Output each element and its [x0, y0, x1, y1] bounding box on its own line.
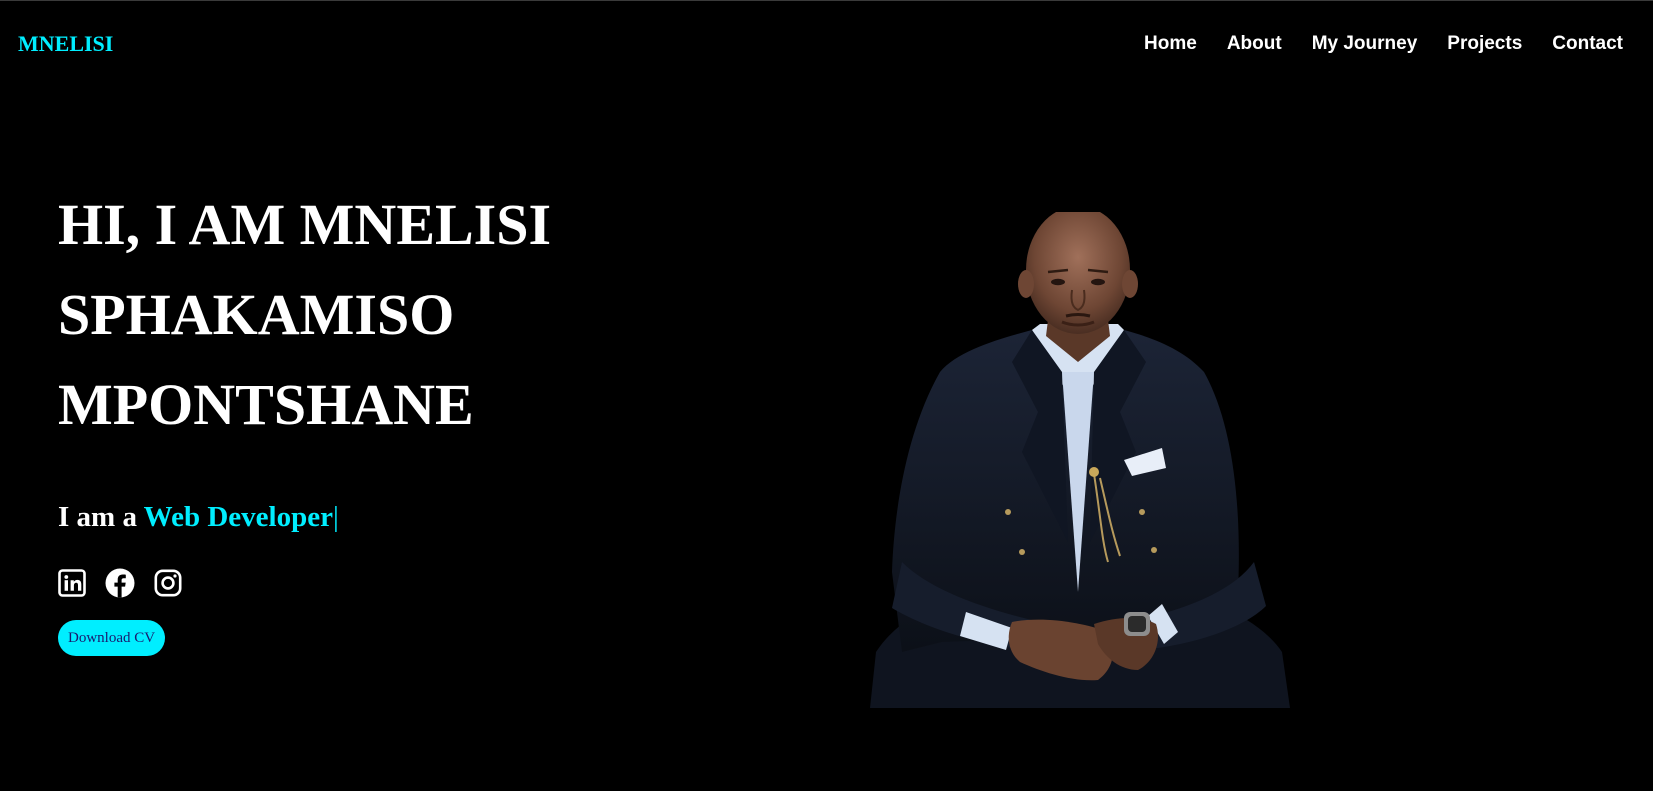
- profile-photo: [870, 212, 1290, 708]
- social-links: [58, 568, 182, 598]
- main-nav: Home About My Journey Projects Contact: [1114, 33, 1623, 55]
- linkedin-link[interactable]: [58, 569, 86, 597]
- typing-cursor: |: [332, 501, 339, 533]
- site-logo[interactable]: MNELISI: [18, 31, 113, 57]
- hero-title: HI, I AM MNELISI SPHAKAMISO MPONTSHANE: [58, 180, 678, 450]
- instagram-icon: [154, 569, 182, 597]
- hero-title-line-1: HI, I AM MNELISI: [58, 192, 552, 257]
- page-top-border: [0, 0, 1653, 1]
- hero-title-line-3: MPONTSHANE: [58, 372, 474, 437]
- instagram-link[interactable]: [154, 569, 182, 597]
- subtitle-prefix: I am a: [58, 501, 144, 533]
- linkedin-icon: [58, 569, 86, 597]
- nav-home-link[interactable]: Home: [1144, 33, 1197, 55]
- nav-my-journey-link[interactable]: My Journey: [1312, 33, 1418, 55]
- facebook-link[interactable]: [105, 568, 135, 598]
- nav-projects-link[interactable]: Projects: [1447, 33, 1522, 55]
- hero-title-line-2: SPHAKAMISO: [58, 282, 455, 347]
- hero-subtitle: I am a Web Developer|: [58, 497, 339, 537]
- nav-contact-link[interactable]: Contact: [1552, 33, 1623, 55]
- typed-role-text: Web Developer: [143, 501, 333, 533]
- download-cv-button[interactable]: Download CV: [58, 620, 166, 656]
- facebook-icon: [105, 568, 135, 598]
- nav-about-link[interactable]: About: [1227, 33, 1282, 55]
